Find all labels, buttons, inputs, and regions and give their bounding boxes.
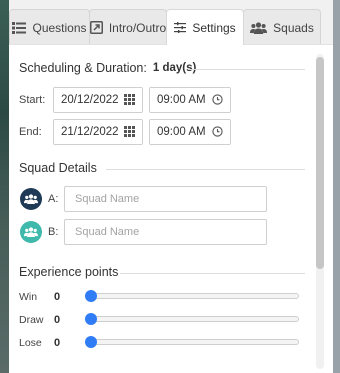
- squad-a-name-input[interactable]: [64, 186, 267, 212]
- end-date-value: 21/12/2022: [61, 126, 119, 138]
- squad-a-label: A:: [48, 193, 59, 205]
- draw-value: 0: [54, 314, 61, 326]
- tab-questions[interactable]: Questions: [9, 9, 90, 45]
- tab-squads[interactable]: Squads: [243, 9, 321, 45]
- external-link-icon: [89, 21, 103, 34]
- divider: [106, 169, 305, 170]
- start-time-value: 09:00 AM: [157, 94, 206, 106]
- divider: [120, 273, 305, 274]
- users-icon: [24, 227, 38, 237]
- scrollbar-thumb[interactable]: [316, 57, 324, 269]
- sliders-icon: [174, 22, 187, 33]
- start-label: Start:: [19, 94, 46, 106]
- calendar-grid-icon[interactable]: [124, 94, 135, 105]
- tab-intro-outro[interactable]: Intro/Outro: [89, 9, 167, 45]
- experience-heading: Experience points: [19, 265, 118, 279]
- background-strip-right: [333, 0, 340, 373]
- lose-slider-track[interactable]: [86, 339, 299, 345]
- draw-label: Draw: [19, 314, 44, 326]
- background-strip-left: [0, 0, 9, 373]
- win-slider-track[interactable]: [86, 293, 299, 299]
- win-label: Win: [19, 291, 38, 303]
- divider: [189, 69, 305, 70]
- win-slider-handle[interactable]: [85, 290, 97, 302]
- calendar-grid-icon[interactable]: [124, 126, 135, 137]
- end-time-field[interactable]: 09:00 AM: [149, 119, 231, 145]
- scheduling-title: Scheduling & Duration:: [19, 61, 147, 75]
- squad-details-title: Squad Details: [19, 161, 97, 175]
- tab-settings[interactable]: Settings: [166, 9, 244, 45]
- squad-b-label: B:: [48, 226, 59, 238]
- tab-settings-label: Settings: [192, 20, 236, 35]
- lose-label: Lose: [19, 337, 42, 349]
- tab-intro-outro-label: Intro/Outro: [108, 20, 167, 35]
- clock-icon[interactable]: [212, 94, 223, 105]
- tab-questions-label: Questions: [32, 20, 87, 35]
- end-time-value: 09:00 AM: [157, 126, 206, 138]
- clock-icon[interactable]: [212, 126, 223, 137]
- end-label: End:: [19, 126, 42, 138]
- draw-slider-track[interactable]: [86, 316, 299, 322]
- lose-slider-handle[interactable]: [85, 336, 97, 348]
- squad-a-avatar: [20, 188, 42, 210]
- users-icon: [250, 21, 268, 34]
- scheduling-heading: Scheduling & Duration: 1 day(s): [19, 61, 196, 75]
- tab-squads-label: Squads: [273, 20, 314, 35]
- squad-b-name-input[interactable]: [64, 219, 267, 245]
- end-date-field[interactable]: 21/12/2022: [53, 119, 143, 145]
- start-time-field[interactable]: 09:00 AM: [149, 87, 231, 113]
- experience-title: Experience points: [19, 265, 119, 279]
- squad-b-avatar: [20, 221, 42, 243]
- start-date-value: 20/12/2022: [61, 94, 119, 106]
- settings-panel: Questions Intro/Outro Settings Squads Sc…: [9, 0, 333, 373]
- list-icon: [12, 21, 27, 34]
- start-date-field[interactable]: 20/12/2022: [53, 87, 143, 113]
- tab-bar: Questions Intro/Outro Settings Squads: [9, 9, 333, 45]
- settings-content: Scheduling & Duration: 1 day(s) Start: 2…: [9, 44, 333, 373]
- draw-slider-handle[interactable]: [85, 313, 97, 325]
- lose-value: 0: [54, 337, 61, 349]
- duration-value: 1 day(s): [152, 62, 197, 74]
- squad-details-heading: Squad Details: [19, 161, 97, 175]
- users-icon: [24, 194, 38, 204]
- win-value: 0: [54, 291, 61, 303]
